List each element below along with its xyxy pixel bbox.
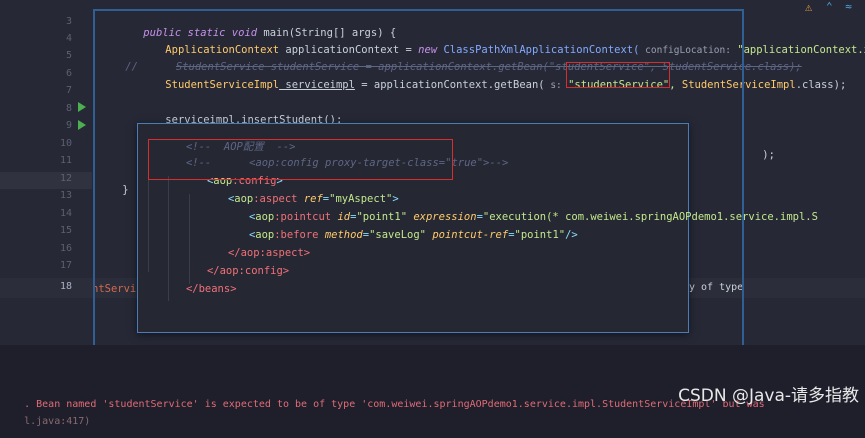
line-number: 17: [59, 260, 72, 271]
warning-icon[interactable]: ⚠: [805, 0, 812, 14]
line-number: 6: [65, 68, 72, 79]
line-number: 18: [59, 281, 72, 292]
run-line-icon[interactable]: [78, 120, 86, 130]
line-number: 7: [65, 85, 72, 96]
line-number: 11: [59, 155, 72, 166]
highlight-box-aop-config: [148, 139, 453, 180]
watermark: CSDN @Java-请多指教: [678, 386, 859, 406]
line-number: 15: [59, 225, 72, 236]
code-editor[interactable]: 3 4 5 6 7 8 9 10 11 12 13 14 15 16 17 18 ⚠ ⌃ ≈ public s…: [0, 0, 865, 365]
run-line-icon[interactable]: [78, 102, 86, 112]
line-number: 16: [59, 243, 72, 254]
line-number: 13: [59, 190, 72, 201]
inspection-icons[interactable]: ⌃ ≈: [826, 0, 855, 13]
line-number: 10: [59, 138, 72, 149]
class-suffix: .class);: [795, 79, 847, 91]
line-number: 14: [59, 208, 72, 219]
quick-definition-popup[interactable]: <!-- AOP配置 --> <!-- <aop:config proxy-ta…: [137, 123, 818, 333]
line-number: 5: [65, 50, 72, 61]
line-number: 4: [65, 33, 72, 44]
popup-line-9: </beans>: [185, 283, 237, 295]
error-message: . Bean named 'studentService' is expecte…: [24, 399, 771, 410]
line-number: 8: [65, 103, 72, 114]
line-number: 9: [65, 120, 72, 131]
line-number: 12: [59, 173, 72, 184]
stack-trace-line: l.java:417): [24, 416, 91, 427]
line-number: 3: [65, 16, 72, 27]
